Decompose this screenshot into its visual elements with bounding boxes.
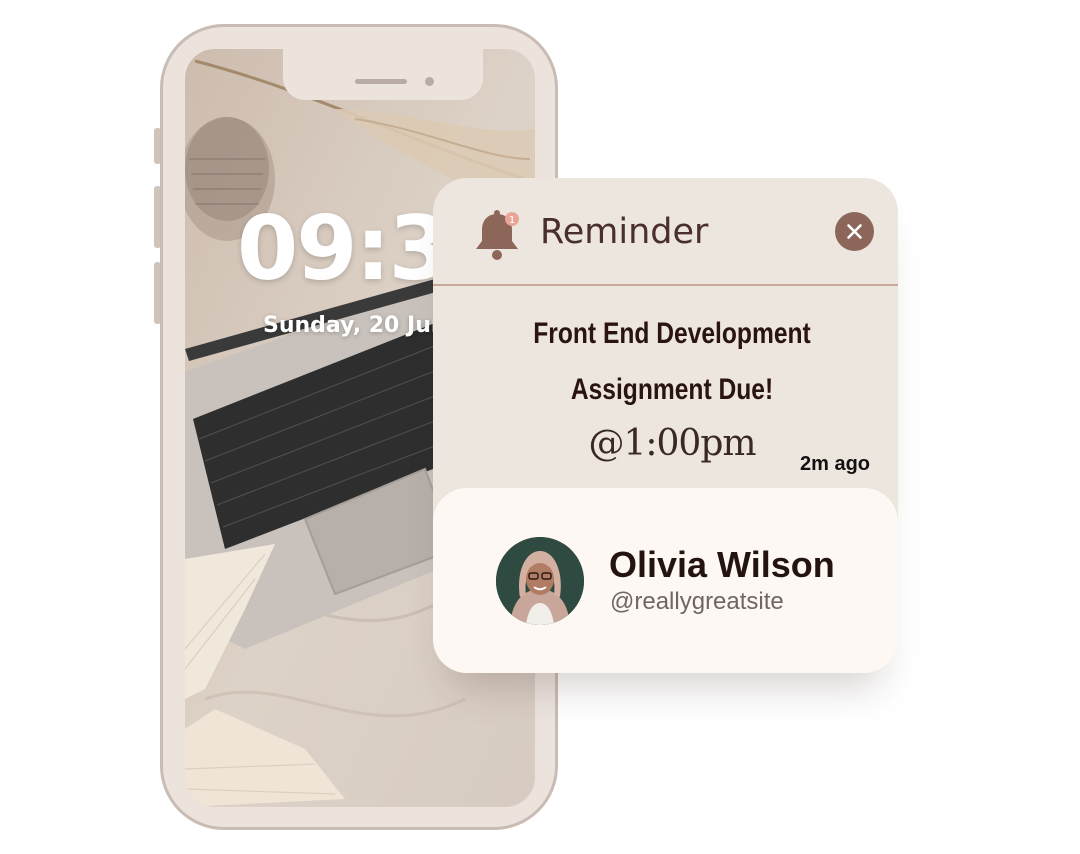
- avatar: [496, 537, 584, 625]
- close-icon: [847, 224, 862, 239]
- reminder-notification-card[interactable]: 1 Reminder Front End Development Assignm…: [433, 178, 898, 673]
- profile-name: Olivia Wilson: [609, 544, 835, 585]
- notification-header: 1 Reminder: [433, 178, 898, 285]
- speaker-grille: [355, 79, 407, 84]
- bell-icon: 1: [473, 210, 521, 262]
- close-button[interactable]: [835, 212, 874, 251]
- phone-notch: [283, 49, 483, 100]
- notification-title: Reminder: [540, 212, 709, 252]
- profile-handle: @reallygreatsite: [610, 588, 784, 615]
- notification-timestamp: 2m ago: [800, 453, 871, 475]
- notification-badge-count: 1: [509, 215, 515, 226]
- lockscreen-date: Sunday, 20 June: [263, 313, 462, 338]
- notification-message-line-1: Front End Development: [533, 317, 811, 350]
- front-camera: [425, 77, 434, 86]
- header-divider: [433, 284, 898, 286]
- sender-profile[interactable]: Olivia Wilson @reallygreatsite: [433, 488, 898, 673]
- notification-message-line-2: Assignment Due!: [570, 373, 774, 406]
